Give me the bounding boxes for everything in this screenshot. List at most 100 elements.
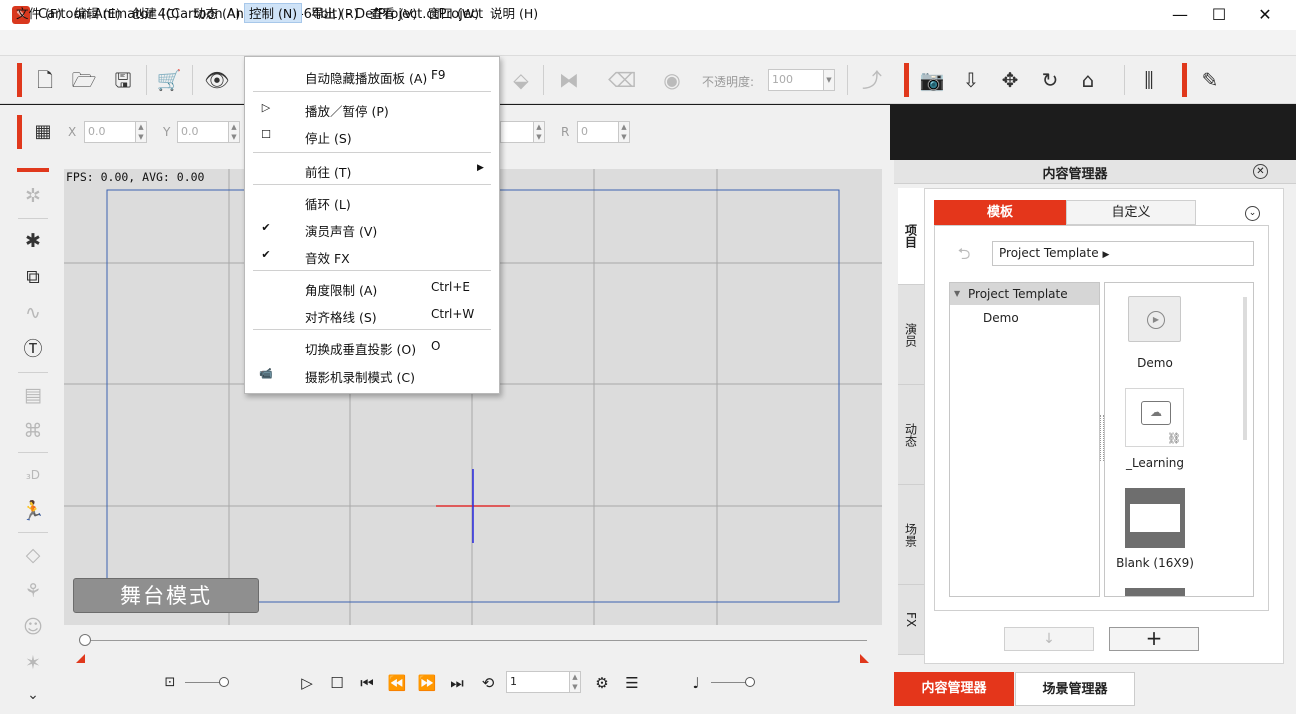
menu-help[interactable]: 说明 (H) xyxy=(486,4,542,24)
menu-label: 对齐格线 (S) xyxy=(305,310,377,325)
timeline-handle[interactable] xyxy=(79,634,91,646)
grid-icon[interactable]: ▦ xyxy=(29,118,57,146)
tool-separator xyxy=(18,532,48,533)
toolbar-accent xyxy=(904,63,909,97)
thumb-learning[interactable]: ☁ ⛓ xyxy=(1125,388,1184,447)
tab-project[interactable]: 项目 xyxy=(898,188,924,285)
thumb-demo-folder[interactable]: ▶ xyxy=(1128,296,1181,342)
opacity-input[interactable]: 100 xyxy=(768,69,824,91)
thumb-next[interactable] xyxy=(1125,588,1185,596)
tree-expand-icon[interactable]: ▼ xyxy=(954,289,960,298)
home-icon[interactable]: ⌂ xyxy=(1074,66,1102,94)
menu-sound-fx[interactable]: ✔ 音效 FX xyxy=(245,244,499,268)
maximize-button[interactable]: ☐ xyxy=(1196,0,1242,30)
menu-angle-limit[interactable]: 角度限制 (A) Ctrl+E xyxy=(245,276,499,300)
menu-edit[interactable]: 编辑 (E) xyxy=(70,4,125,24)
menu-actor-voice[interactable]: ✔ 演员声音 (V) xyxy=(245,217,499,241)
camera-icon[interactable]: 📷 xyxy=(918,66,946,94)
grid-scrollbar[interactable] xyxy=(1243,297,1247,440)
save-icon[interactable]: 🖫 xyxy=(109,66,137,94)
scale-input[interactable] xyxy=(500,121,534,143)
music-icon[interactable]: ♩ xyxy=(686,673,706,693)
preview-icon[interactable]: 👁 xyxy=(203,66,231,94)
menu-export[interactable]: 导出 (R) xyxy=(307,4,362,24)
loop-icon[interactable]: ⟲ xyxy=(478,673,498,693)
menu-camera-record-mode[interactable]: 📹 摄影机录制模式 (C) xyxy=(245,363,499,387)
splitter-handle[interactable] xyxy=(1100,415,1104,461)
menu-view[interactable]: 查看 (V) xyxy=(366,4,421,24)
breadcrumb[interactable]: Project Template ▶ xyxy=(992,241,1254,266)
y-spinner[interactable]: ▲ ▼ xyxy=(228,121,240,143)
menu-loop[interactable]: 循环 (L) xyxy=(245,190,499,214)
volume-slider-handle[interactable] xyxy=(745,677,755,687)
menu-go-to[interactable]: 前往 (T) ▶ xyxy=(245,158,499,182)
tab-scene[interactable]: 场景 xyxy=(898,485,924,585)
move-icon[interactable]: ✥ xyxy=(996,66,1024,94)
timeline-icon[interactable]: ☰ xyxy=(622,673,642,693)
opacity-dropdown-icon[interactable]: ▼ xyxy=(823,69,835,91)
tab-custom[interactable]: 自定义 xyxy=(1066,200,1196,225)
r-input[interactable]: 0 xyxy=(577,121,619,143)
x-spinner[interactable]: ▲ ▼ xyxy=(135,121,147,143)
menu-toggle-projection[interactable]: 切换成垂直投影 (O) O xyxy=(245,335,499,359)
range-start-marker[interactable] xyxy=(76,654,85,663)
puppet-icon[interactable]: ✱ xyxy=(18,226,48,256)
last-frame-icon[interactable]: ⏭ xyxy=(447,673,467,693)
menu-control[interactable]: 控制 (N) xyxy=(244,3,303,23)
menu-label: 循环 (L) xyxy=(305,197,351,212)
bottom-tab-content-manager[interactable]: 内容管理器 xyxy=(894,672,1014,706)
menu-window[interactable]: 窗口 (W) xyxy=(424,4,483,24)
text-icon[interactable]: Ⓣ xyxy=(18,334,48,364)
timeline-track[interactable] xyxy=(85,640,867,641)
settings-icon[interactable]: ⚙ xyxy=(592,673,612,693)
new-file-icon[interactable]: 🗋 xyxy=(31,66,59,94)
panel-close-icon[interactable]: ✕ xyxy=(1253,164,1268,179)
menu-file[interactable]: 文件 (F) xyxy=(12,4,66,24)
y-input[interactable]: 0.0 xyxy=(177,121,229,143)
tab-actor[interactable]: 演员 xyxy=(898,285,924,385)
chevron-down-icon[interactable]: ⌄ xyxy=(1245,206,1260,221)
bottom-tab-scene-manager[interactable]: 场景管理器 xyxy=(1015,672,1135,706)
menu-animation[interactable]: 动态 (A) xyxy=(189,4,244,24)
tree-item-demo[interactable]: Demo xyxy=(983,311,1019,325)
menu-auto-hide-playback[interactable]: 自动隐藏播放面板 (A) F9 xyxy=(245,64,499,88)
tab-motion[interactable]: 动态 xyxy=(898,385,924,485)
menu-play-pause[interactable]: ▷ 播放／暂停 (P) xyxy=(245,97,499,121)
r-label: R xyxy=(561,125,570,139)
thumb-learning-label: _Learning xyxy=(1125,456,1185,470)
zoom-slider-track[interactable] xyxy=(185,682,223,683)
zoom-slider-handle[interactable] xyxy=(219,677,229,687)
tab-template[interactable]: 模板 xyxy=(934,200,1066,225)
x-input[interactable]: 0.0 xyxy=(84,121,136,143)
menu-stop[interactable]: ☐ 停止 (S) xyxy=(245,124,499,148)
scale-spinner[interactable]: ▲ ▼ xyxy=(533,121,545,143)
thumb-blank[interactable] xyxy=(1125,488,1185,548)
menu-label: 自动隐藏播放面板 (A) xyxy=(305,71,428,86)
menu-shortcut: Ctrl+W xyxy=(431,307,475,321)
first-frame-icon[interactable]: ⏮ xyxy=(357,673,377,693)
move-down-icon[interactable]: ⇩ xyxy=(957,66,985,94)
range-end-marker[interactable] xyxy=(860,654,869,663)
edit-panel-icon[interactable]: ✎ xyxy=(1196,66,1224,94)
cart-icon[interactable]: 🛒 xyxy=(155,66,183,94)
add-button[interactable]: + xyxy=(1109,627,1199,651)
perspective-icon[interactable]: ⫼ xyxy=(1135,66,1163,94)
frame-input[interactable]: 1 xyxy=(506,671,570,693)
next-frame-icon[interactable]: ⏩ xyxy=(417,673,437,693)
expand-more-icon[interactable]: ⌄ xyxy=(18,680,48,710)
menu-snap-to-grid[interactable]: 对齐格线 (S) Ctrl+W xyxy=(245,303,499,327)
stop-icon[interactable]: ☐ xyxy=(327,673,347,693)
tab-fx[interactable]: FX xyxy=(898,585,924,655)
sprite-editor-icon[interactable]: ⧉ xyxy=(18,262,48,292)
close-button[interactable]: ✕ xyxy=(1242,0,1288,30)
play-icon[interactable]: ▷ xyxy=(297,673,317,693)
menu-create[interactable]: 创建 (C) xyxy=(128,4,183,24)
previous-frame-icon[interactable]: ⏪ xyxy=(387,673,407,693)
subtitle-icon[interactable]: ⊡ xyxy=(160,673,180,693)
rotate-icon[interactable]: ↻ xyxy=(1036,66,1064,94)
volume-slider-track[interactable] xyxy=(711,682,749,683)
r-spinner[interactable]: ▲ ▼ xyxy=(618,121,630,143)
frame-spinner[interactable]: ▲ ▼ xyxy=(569,671,581,693)
open-folder-icon[interactable]: 🗁 xyxy=(70,66,98,94)
toolbar-separator xyxy=(543,65,544,95)
